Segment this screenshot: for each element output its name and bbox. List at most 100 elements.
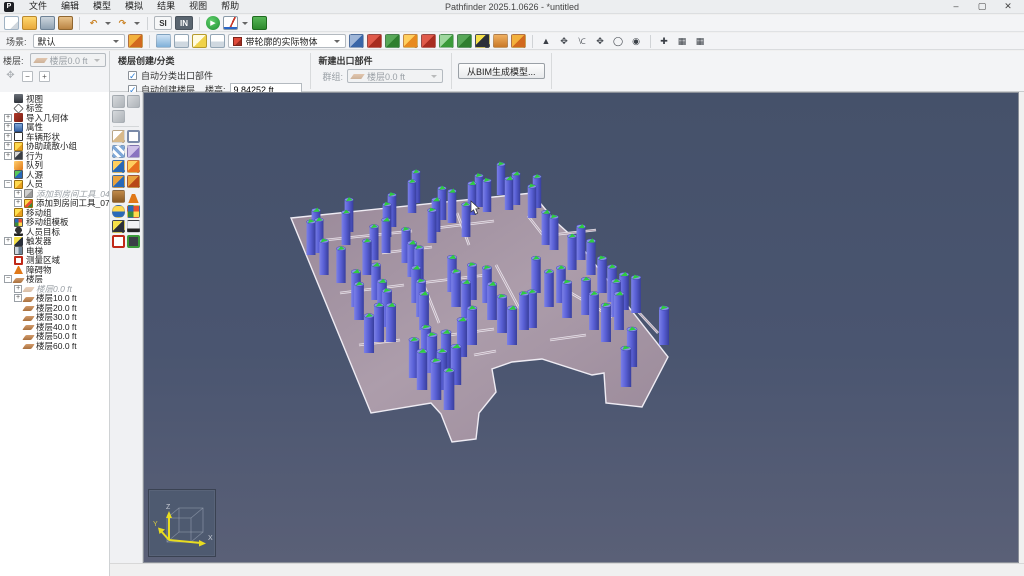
room-tool-icon[interactable] <box>127 130 140 143</box>
occupant-cylinder[interactable] <box>336 246 346 283</box>
trigger-tool-icon[interactable] <box>112 220 125 233</box>
menu-item-结果[interactable]: 结果 <box>150 1 182 11</box>
auto-classify-checkbox[interactable]: ✓ <box>128 71 137 81</box>
import-icon[interactable] <box>58 16 73 30</box>
occupant-cylinder[interactable] <box>658 305 670 345</box>
zoom-icon[interactable]: ◯ <box>610 34 626 48</box>
expander-icon[interactable]: + <box>14 189 22 198</box>
occupant-cylinder[interactable] <box>506 305 518 345</box>
occupant-cylinder[interactable] <box>527 183 537 218</box>
occupant-cylinder[interactable] <box>373 302 385 342</box>
occupant-cylinder[interactable] <box>381 217 391 253</box>
occupant-cylinder[interactable] <box>567 233 577 270</box>
chevron-down-icon[interactable] <box>134 21 140 25</box>
export-image-icon[interactable] <box>492 34 508 48</box>
expand-all-icon[interactable]: + <box>39 71 50 82</box>
tree-item[interactable]: + 添加到房间工具_07 <box>0 198 109 208</box>
expander-icon[interactable]: + <box>14 199 22 208</box>
floor-select[interactable]: 楼层0.0 ft <box>29 53 106 67</box>
expander-icon[interactable]: + <box>4 142 12 151</box>
new-group-icon[interactable] <box>191 34 207 48</box>
tree-item[interactable]: 视图 <box>0 94 109 104</box>
orbit-tool-icon[interactable] <box>112 110 125 123</box>
elevator-tool-icon[interactable] <box>112 175 125 188</box>
occupant-cylinder[interactable] <box>341 209 351 245</box>
occupant-cylinder[interactable] <box>482 177 492 212</box>
paint-tool-icon[interactable] <box>366 34 382 48</box>
select-magnet-icon[interactable] <box>155 34 171 48</box>
grid-icon[interactable]: ▦ <box>674 34 690 48</box>
results-icon[interactable] <box>223 16 238 30</box>
duplicate-view-icon[interactable] <box>209 34 225 48</box>
capture-icon[interactable] <box>456 34 472 48</box>
copy-view-icon[interactable] <box>173 34 189 48</box>
occupant-cylinder[interactable] <box>600 302 612 342</box>
region-tool-icon[interactable] <box>127 235 140 248</box>
move-object-icon[interactable]: ✥ <box>592 34 608 48</box>
cone-tool-icon[interactable] <box>128 190 139 203</box>
menu-item-文件[interactable]: 文件 <box>22 1 54 11</box>
occupant-cylinder[interactable] <box>543 269 555 307</box>
occupant-display-icon[interactable] <box>420 34 436 48</box>
menu-item-帮助[interactable]: 帮助 <box>214 1 246 11</box>
occupant-cylinder[interactable] <box>588 291 600 330</box>
tree-item[interactable]: 楼层60.0 ft <box>0 341 109 351</box>
view-options-icon[interactable] <box>348 34 364 48</box>
in-button[interactable]: IN <box>175 16 193 30</box>
tree-item[interactable]: + 协助疏散小组 <box>0 141 109 151</box>
grid-snap-icon[interactable]: ▦ <box>692 34 708 48</box>
expander-icon[interactable]: + <box>4 151 12 160</box>
occupant-cylinder[interactable] <box>576 223 586 260</box>
3d-viewport[interactable]: Z Y X <box>143 92 1019 563</box>
occupant-cylinder[interactable] <box>306 219 316 255</box>
move-tree-icon[interactable]: ✥ <box>5 71 16 82</box>
chevron-down-icon[interactable] <box>242 21 248 25</box>
occupant-cylinder[interactable] <box>549 214 559 250</box>
occupant-cylinder[interactable] <box>319 238 329 275</box>
select-cursor-icon[interactable]: ▲ <box>538 34 554 48</box>
generate-from-bim-button[interactable]: 从BIM生成模型... <box>458 63 545 79</box>
snap-point-icon[interactable]: ✚ <box>656 34 672 48</box>
measure-tool-icon[interactable] <box>112 235 125 248</box>
obstruction-tool-icon[interactable] <box>127 175 140 188</box>
menu-item-模型[interactable]: 模型 <box>86 1 118 11</box>
pan-view-icon[interactable]: ✥ <box>556 34 572 48</box>
occupant-cylinder[interactable] <box>416 348 428 390</box>
occupant-cylinder[interactable] <box>486 281 498 320</box>
occupant-cylinder[interactable] <box>561 279 573 318</box>
background-image-icon[interactable] <box>384 34 400 48</box>
occupant-cylinder[interactable] <box>504 175 514 210</box>
menu-item-模拟[interactable]: 模拟 <box>118 1 150 11</box>
occupant-cylinder[interactable] <box>518 291 530 330</box>
stairs-tool-icon[interactable] <box>112 145 125 158</box>
results-viewer-icon[interactable] <box>252 16 267 30</box>
group-tool-icon[interactable] <box>127 205 140 218</box>
door-tool-icon[interactable] <box>127 145 140 158</box>
occupant-cylinder[interactable] <box>447 188 457 223</box>
escalator-tool-icon[interactable] <box>127 160 140 173</box>
new-file-icon[interactable] <box>4 16 19 30</box>
redo-icon[interactable]: ↷ <box>115 16 130 30</box>
expander-icon[interactable]: + <box>4 237 12 246</box>
tree-item[interactable]: + 触发器 <box>0 236 109 246</box>
occupant-cylinder[interactable] <box>427 207 437 243</box>
scene-image-icon[interactable] <box>438 34 454 48</box>
texture-icon[interactable] <box>402 34 418 48</box>
menu-item-视图[interactable]: 视图 <box>182 1 214 11</box>
tree-item[interactable]: 人源 <box>0 170 109 180</box>
tree-item[interactable]: + 行为 <box>0 151 109 161</box>
expander-icon[interactable]: + <box>14 294 22 303</box>
si-button[interactable]: SI <box>154 16 172 30</box>
chevron-down-icon[interactable] <box>105 21 111 25</box>
tree-item[interactable]: 障碍物 <box>0 265 109 275</box>
occupant-cylinder[interactable] <box>418 291 430 330</box>
open-icon[interactable] <box>22 16 37 30</box>
tree-item[interactable]: 人员目标 <box>0 227 109 237</box>
tree-item[interactable]: 队列 <box>0 160 109 170</box>
occupant-cylinder[interactable] <box>443 367 455 410</box>
occupant-cylinder[interactable] <box>363 313 375 353</box>
ramp-tool-icon[interactable] <box>112 160 125 173</box>
walk-mode-icon[interactable]: ⟈ <box>574 34 590 48</box>
3d-scene[interactable] <box>144 93 1018 562</box>
occupant-cylinder[interactable] <box>430 358 442 400</box>
